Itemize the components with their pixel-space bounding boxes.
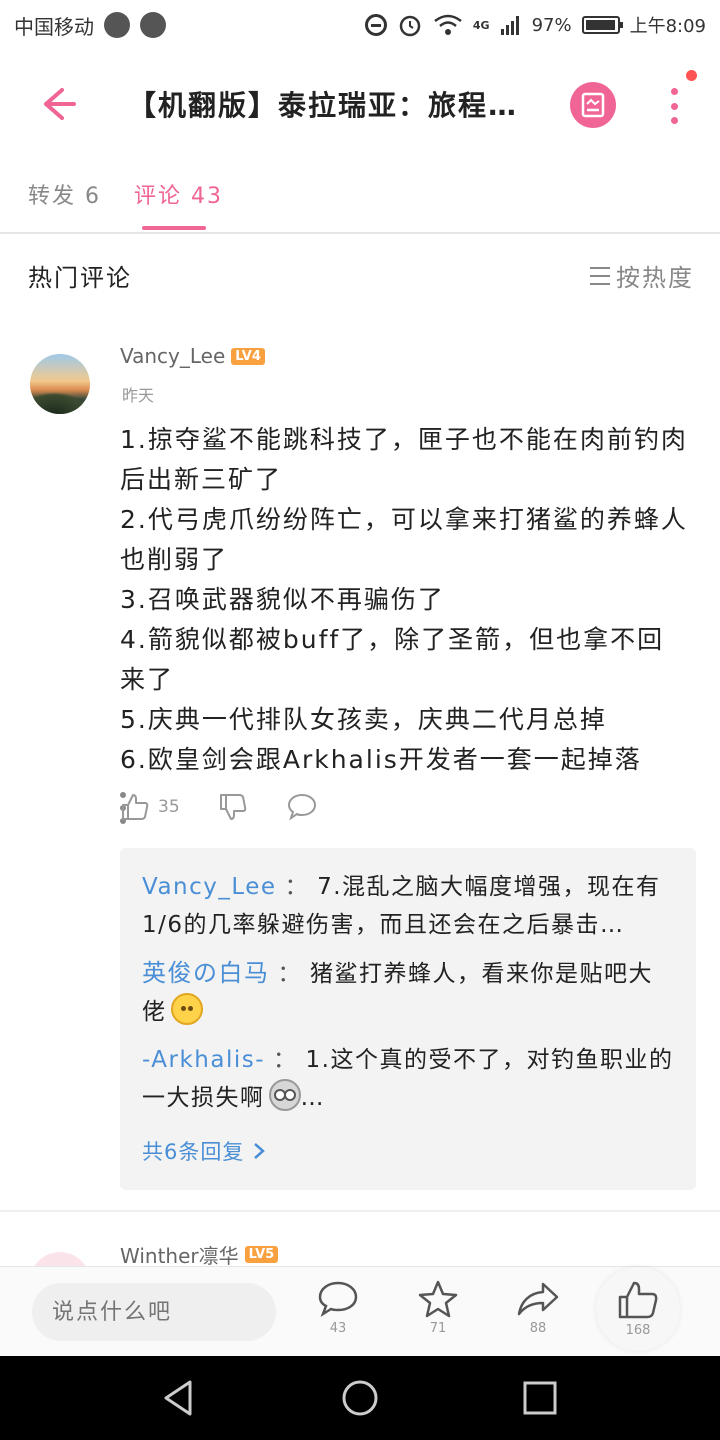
- nav-recent-apps-icon[interactable]: [518, 1376, 562, 1420]
- favorite-button[interactable]: 71: [408, 1279, 468, 1336]
- sort-label: 按热度: [616, 264, 694, 292]
- comment-author[interactable]: Vancy_Lee LV4: [120, 344, 265, 368]
- more-vertical-icon[interactable]: [662, 84, 686, 128]
- star-icon: [418, 1280, 458, 1318]
- username[interactable]: Winther凛华: [120, 1240, 239, 1269]
- star-count: 71: [429, 1321, 447, 1336]
- more-replies-link[interactable]: 共6条回复: [142, 1136, 266, 1166]
- comment-line: 3.召唤武器貌似不再骗伤了: [120, 585, 445, 614]
- hot-comments-header: 热门评论 按热度: [0, 252, 720, 296]
- comment-content: 1.掠夺鲨不能跳科技了，匣子也不能在肉前钓肉后出新三矿了 2.代弓虎爪纷纷阵亡，…: [120, 420, 690, 780]
- comment-line: 1.掠夺鲨不能跳科技了，匣子也不能在肉前钓肉后出新三矿了: [120, 425, 688, 494]
- share-count: 88: [529, 1321, 547, 1336]
- reply-button[interactable]: [286, 792, 318, 822]
- document-icon: [581, 92, 605, 118]
- divider: [0, 1210, 720, 1212]
- ellipsis: …: [300, 1085, 325, 1111]
- alarm-icon: [399, 15, 421, 37]
- like-post-button[interactable]: 168: [596, 1267, 680, 1351]
- level-badge: LV5: [244, 1246, 279, 1263]
- more-replies-label: 共6条回复: [142, 1140, 245, 1164]
- battery-icon: [581, 16, 623, 34]
- like-count: 168: [625, 1323, 651, 1338]
- thumbs-up-icon: [618, 1281, 658, 1319]
- title-bar: 【机翻版】泰拉瑞亚：旅程…: [0, 60, 720, 150]
- system-nav-bar: [0, 1356, 720, 1440]
- page-title: 【机翻版】泰拉瑞亚：旅程…: [128, 89, 519, 122]
- bottom-action-bar: 43 71 88 168: [0, 1266, 720, 1356]
- chevron-right-icon: [254, 1143, 266, 1159]
- status-bar: 中国移动 4G 97% 上午8:09: [0, 0, 720, 50]
- menu-icon: [590, 266, 610, 285]
- comment-bubble-icon: [287, 793, 317, 821]
- share-button[interactable]: 88: [508, 1279, 568, 1336]
- avatar[interactable]: [30, 354, 90, 414]
- shocked-face-emoji-icon: [268, 1079, 301, 1111]
- tab-underline: [142, 226, 206, 230]
- tab-comments[interactable]: 评论 43: [134, 178, 223, 210]
- hot-comments-title: 热门评论: [28, 264, 132, 292]
- notification-icon: [104, 12, 130, 38]
- reply-item[interactable]: Vancy_Lee： 7.混乱之脑大幅度增强，现在有1/6的几率躲避伤害，而且还会…: [142, 868, 674, 944]
- level-badge: LV4: [231, 347, 265, 365]
- comment-count: 43: [329, 1321, 347, 1336]
- share-arrow-icon: [517, 1282, 559, 1316]
- back-arrow-icon[interactable]: [36, 82, 80, 126]
- battery-percent: 97%: [531, 14, 572, 36]
- like-count: 35: [158, 797, 180, 817]
- nav-back-icon[interactable]: [158, 1376, 202, 1420]
- comment-line: 2.代弓虎爪纷纷阵亡，可以拿来打猪鲨的养蜂人也削弱了: [120, 505, 688, 574]
- comment-bubble-icon: [318, 1281, 358, 1318]
- nav-home-icon[interactable]: [338, 1376, 382, 1420]
- reply-author[interactable]: 英俊の白马: [142, 959, 270, 987]
- thumbs-up-icon: [122, 794, 149, 820]
- reply-item[interactable]: -Arkhalis-： 1.这个真的受不了，对钓鱼职业的一大损失啊…: [142, 1041, 674, 1117]
- comments-button[interactable]: 43: [308, 1279, 368, 1336]
- reply-author[interactable]: -Arkhalis-: [142, 1047, 265, 1073]
- notification-icon: [140, 12, 166, 38]
- dislike-button[interactable]: [218, 792, 248, 822]
- tab-forward[interactable]: 转发 6: [28, 178, 101, 210]
- comment-line: 6.欧皇剑会跟Arkhalis开发者一套一起掉落: [120, 745, 642, 774]
- reply-separator: ：: [277, 961, 302, 987]
- clock: 上午8:09: [629, 16, 706, 37]
- smiling-cat-emoji-icon: [170, 993, 203, 1025]
- replies-box: Vancy_Lee： 7.混乱之脑大幅度增强，现在有1/6的几率躲避伤害，而且还会…: [120, 848, 696, 1190]
- network-label: 4G: [472, 18, 490, 32]
- comment-line: 4.箭貌似都被buff了，除了圣箭，但也拿不回来了: [120, 625, 665, 694]
- sort-button[interactable]: 按热度: [590, 258, 694, 293]
- thumbs-down-icon: [220, 794, 247, 820]
- username[interactable]: Vancy_Lee: [120, 344, 225, 368]
- reply-separator: ：: [284, 874, 310, 900]
- carrier-label: 中国移动: [14, 14, 94, 39]
- like-button[interactable]: 35: [120, 792, 180, 822]
- do-not-disturb-icon: [364, 14, 387, 36]
- comment-author[interactable]: Winther凛华 LV5: [120, 1240, 279, 1269]
- tab-bar: 转发 6 评论 43: [0, 170, 720, 234]
- document-button[interactable]: [570, 82, 616, 128]
- reply-item[interactable]: 英俊の白马：猪鲨打养蜂人，看来你是贴吧大佬: [142, 954, 674, 1031]
- reply-author[interactable]: Vancy_Lee: [142, 874, 277, 900]
- signal-icon: [500, 16, 519, 35]
- comment-line: 5.庆典一代排队女孩卖，庆典二代月总掉: [120, 705, 607, 734]
- comment-time: 昨天: [122, 386, 155, 405]
- reply-separator: ：: [273, 1047, 298, 1073]
- comment-input[interactable]: [32, 1283, 276, 1341]
- notification-dot: [686, 70, 697, 81]
- comment-actions: 35: [120, 792, 690, 832]
- wifi-icon: [434, 14, 462, 35]
